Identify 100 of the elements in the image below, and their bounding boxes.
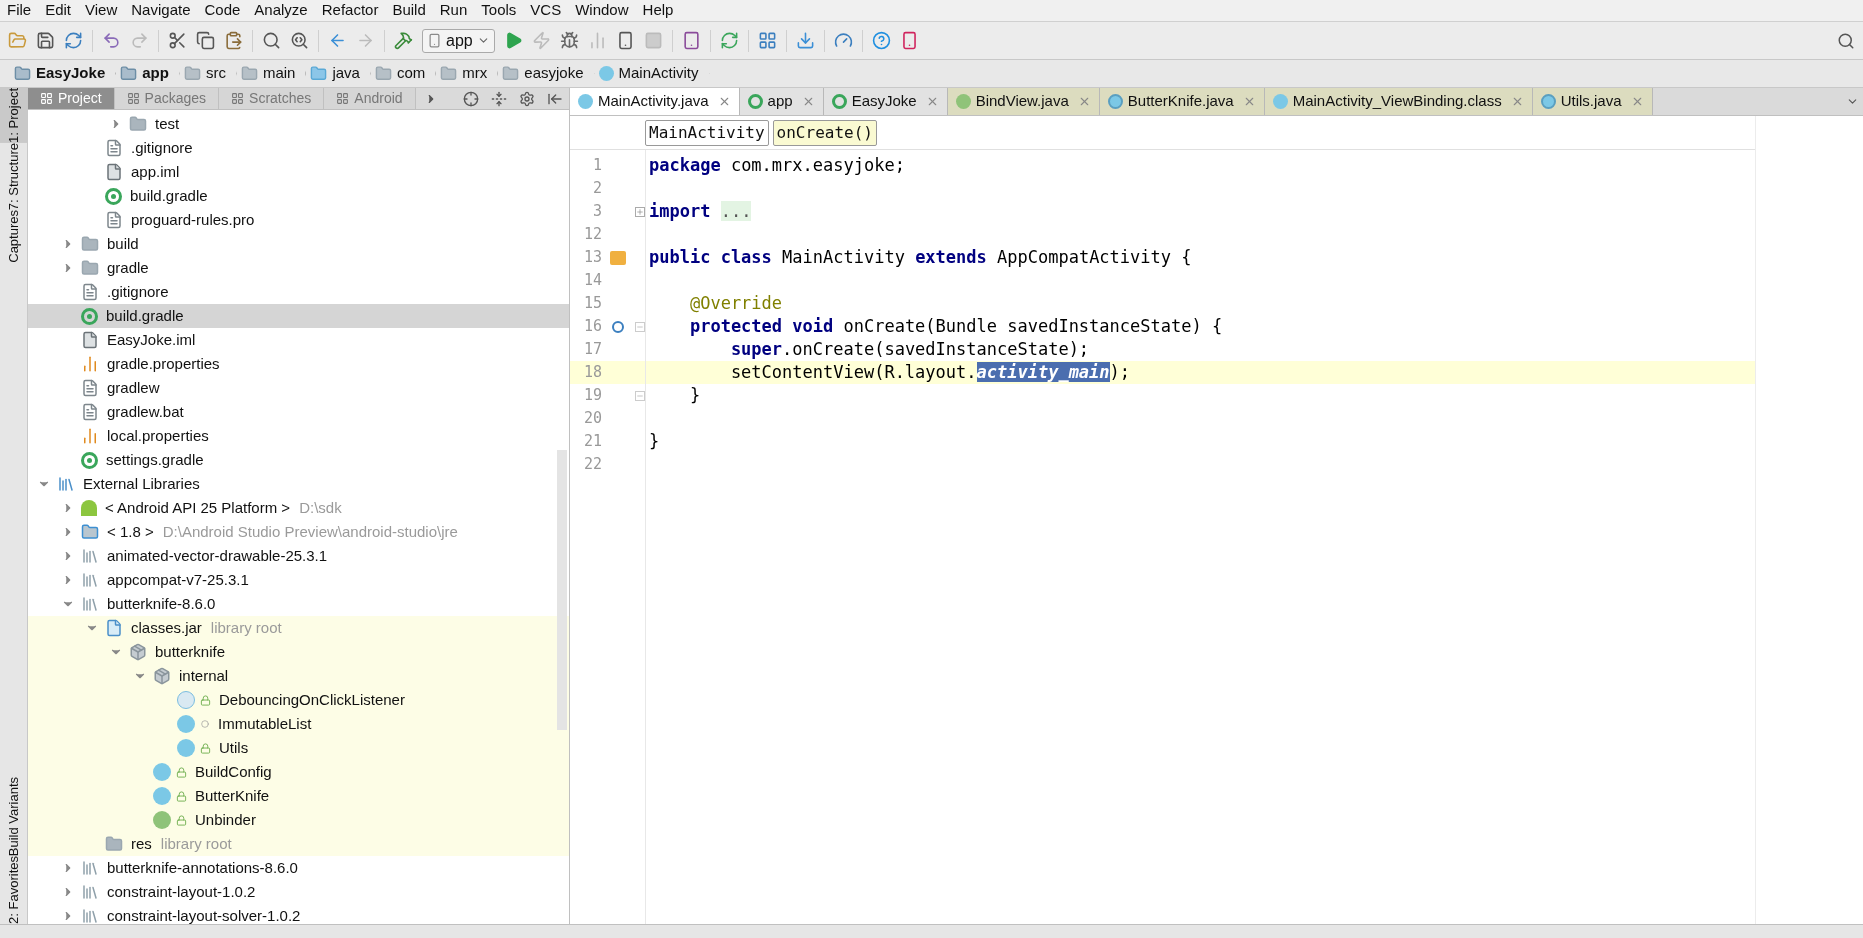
tree-row[interactable]: Unbinder	[28, 808, 569, 832]
copy-icon[interactable]	[196, 31, 215, 50]
tree-label: settings.gradle	[106, 449, 204, 470]
tree-row[interactable]: settings.gradle	[28, 448, 569, 472]
breadcrumb-item[interactable]: mrx	[436, 62, 499, 85]
fold-start-icon[interactable]	[634, 321, 645, 332]
tree-row[interactable]: classes.jar library root	[28, 616, 569, 640]
hammer-icon[interactable]	[394, 31, 413, 50]
menu-item[interactable]: Edit	[38, 0, 79, 22]
tree-row[interactable]: local.properties	[28, 424, 569, 448]
editor-tab[interactable]: ButterKnife.java	[1099, 88, 1265, 115]
tree-row[interactable]: app.iml	[28, 160, 569, 184]
tree-row[interactable]: ButterKnife	[28, 784, 569, 808]
tool-window-tab[interactable]: 1: Project	[0, 88, 27, 143]
tree-row[interactable]: butterknife-annotations-8.6.0	[28, 856, 569, 880]
tree-row[interactable]: build	[28, 232, 569, 256]
tree-row[interactable]: DebouncingOnClickListener	[28, 688, 569, 712]
menu-item[interactable]: Build	[385, 0, 433, 22]
tree-row[interactable]: proguard-rules.pro	[28, 208, 569, 232]
undo-icon[interactable]	[102, 31, 121, 50]
breadcrumb-item[interactable]: src	[179, 62, 237, 85]
tool-window-tab[interactable]: Captures	[0, 210, 27, 263]
tree-row[interactable]: build.gradle	[28, 184, 569, 208]
editor-tab[interactable]: MainActivity_ViewBinding.class	[1264, 88, 1533, 115]
open-icon[interactable]	[8, 31, 27, 50]
tree-row[interactable]: gradle.properties	[28, 352, 569, 376]
tree-row[interactable]: butterknife-8.6.0	[28, 592, 569, 616]
tool-window-tab[interactable]: 2: Favorites	[0, 856, 27, 924]
breadcrumb-item[interactable]: com	[370, 62, 437, 85]
tree-row[interactable]: Utils	[28, 736, 569, 760]
tree-row[interactable]: appcompat-v7-25.3.1	[28, 568, 569, 592]
tree-row[interactable]: < Android API 25 Platform > D:\sdk	[28, 496, 569, 520]
settings-icon[interactable]	[519, 90, 535, 107]
menu-item[interactable]: Tools	[474, 0, 524, 22]
tree-row[interactable]: internal	[28, 664, 569, 688]
menu-item[interactable]: Navigate	[124, 0, 198, 22]
project-structure-icon[interactable]	[757, 31, 777, 50]
breadcrumb-item[interactable]: java	[306, 62, 371, 85]
locate-icon[interactable]	[463, 90, 479, 107]
menu-item[interactable]: VCS	[523, 0, 569, 22]
tree-row[interactable]: < 1.8 > D:\Android Studio Preview\android-studio\jre	[28, 520, 569, 544]
breadcrumb-item[interactable]: MainActivity	[594, 62, 710, 85]
tree-row[interactable]: BuildConfig	[28, 760, 569, 784]
menu-item[interactable]: Help	[635, 0, 681, 22]
tree-row[interactable]: build.gradle	[28, 304, 569, 328]
sync-icon[interactable]	[64, 31, 83, 50]
avd-manager-icon[interactable]	[681, 31, 701, 50]
tree-row[interactable]: ImmutableList	[28, 712, 569, 736]
tree-row[interactable]: animated-vector-drawable-25.3.1	[28, 544, 569, 568]
scrollbar-thumb[interactable]	[557, 450, 567, 730]
replace-icon[interactable]	[290, 31, 309, 50]
menu-item[interactable]: Code	[197, 0, 248, 22]
paste-icon[interactable]	[224, 31, 243, 50]
tree-row[interactable]: gradlew	[28, 376, 569, 400]
editor-tab[interactable]: app	[739, 88, 824, 115]
menu-item[interactable]: View	[78, 0, 125, 22]
code-line: package com.mrx.easyjoke;	[648, 153, 905, 177]
help-icon[interactable]	[871, 31, 891, 50]
profiler-icon[interactable]	[833, 31, 853, 50]
breadcrumb-item[interactable]: EasyJoke	[10, 62, 117, 85]
back-icon[interactable]	[328, 31, 347, 50]
menu-item[interactable]: Run	[432, 0, 475, 22]
tree-label: butterknife-annotations-8.6.0	[107, 857, 298, 878]
menu-item[interactable]: Analyze	[247, 0, 315, 22]
editor-tab[interactable]: EasyJoke	[823, 88, 948, 115]
tree-row[interactable]: .gitignore	[28, 280, 569, 304]
tree-row[interactable]: External Libraries	[28, 472, 569, 496]
menu-item[interactable]: File	[0, 0, 39, 22]
tree-row[interactable]: EasyJoke.iml	[28, 328, 569, 352]
editor-tab[interactable]: Utils.java	[1532, 88, 1653, 115]
menu-item[interactable]: Window	[568, 0, 636, 22]
tool-window-tab[interactable]: 7: Structure	[0, 142, 27, 211]
tree-row[interactable]: .gitignore	[28, 136, 569, 160]
tree-row[interactable]: constraint-layout-1.0.2	[28, 880, 569, 904]
breadcrumb-item[interactable]: main	[236, 62, 307, 85]
tree-row[interactable]: butterknife	[28, 640, 569, 664]
structure-breadcrumb[interactable]: MainActivity	[645, 119, 769, 146]
editor-tab[interactable]: MainActivity.java	[570, 88, 740, 115]
collapse-all-icon[interactable]	[491, 90, 507, 107]
tree-row[interactable]: res library root	[28, 832, 569, 856]
sdk-download-icon[interactable]	[795, 31, 815, 50]
expand-fold-icon[interactable]	[634, 206, 645, 217]
search-icon[interactable]	[262, 31, 281, 50]
menu-item[interactable]: Refactor	[314, 0, 386, 22]
run-configuration-dropdown[interactable]: app	[422, 28, 495, 53]
tree-row[interactable]: gradle	[28, 256, 569, 280]
structure-breadcrumb[interactable]: onCreate()	[772, 119, 877, 146]
editor-tab[interactable]: BindView.java	[947, 88, 1100, 115]
tool-window-tab[interactable]: Build Variants	[0, 776, 27, 857]
debug-icon[interactable]	[559, 31, 579, 50]
tree-row[interactable]: test	[28, 112, 569, 136]
search-everywhere-icon[interactable]	[1837, 31, 1855, 50]
tree-row[interactable]: constraint-layout-solver-1.0.2	[28, 904, 569, 928]
save-icon[interactable]	[36, 31, 55, 50]
cut-icon[interactable]	[168, 31, 187, 50]
tree-row[interactable]: gradlew.bat	[28, 400, 569, 424]
breadcrumb-item[interactable]: easyjoke	[498, 62, 595, 85]
module-file-icon	[105, 163, 123, 181]
breadcrumb-item[interactable]: app	[116, 62, 180, 85]
gradle-sync-icon[interactable]	[719, 31, 739, 50]
